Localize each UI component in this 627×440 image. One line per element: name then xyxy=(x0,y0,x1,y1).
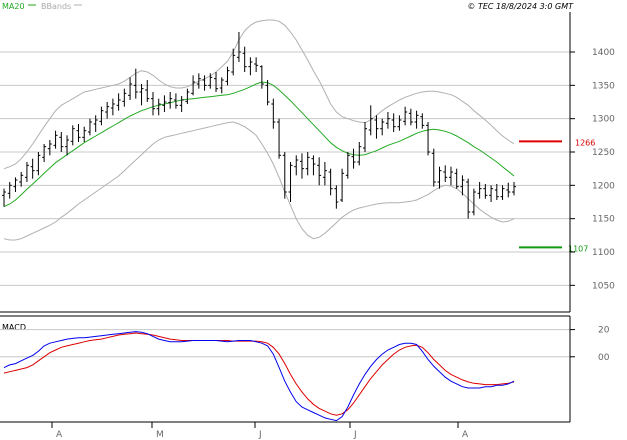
macd-axis-ticks: 2000 xyxy=(570,326,610,363)
macd-tick-label: 00 xyxy=(598,353,610,363)
price-tick-label: 1050 xyxy=(592,281,615,291)
resistance-label: 1266 xyxy=(575,138,595,147)
price-tick-label: 1200 xyxy=(592,181,615,191)
macd-signal-line xyxy=(3,332,515,416)
price-tick-label: 1400 xyxy=(592,48,615,58)
x-axis-ticks: AMJJA xyxy=(51,422,469,440)
x-tick-label: J xyxy=(353,430,357,440)
macd-panel-label: MACD xyxy=(2,323,26,332)
ma20-legend-label: MA20 xyxy=(2,2,25,11)
stock-chart: MA20 BBands © TEC 18/8/2024 3:0 GMT 1266… xyxy=(0,2,615,440)
price-tick-label: 1100 xyxy=(592,248,615,258)
price-tick-label: 1300 xyxy=(592,115,615,125)
macd-lines xyxy=(3,331,515,422)
x-tick-label: A xyxy=(462,430,469,440)
price-tick-label: 1250 xyxy=(592,148,615,158)
macd-gridlines xyxy=(0,329,570,358)
price-axis-ticks: 1400 1350 1300 1250 1200 1150 1100 1050 xyxy=(570,48,615,291)
x-tick-label: J xyxy=(258,430,262,440)
bbands-legend-label: BBands xyxy=(41,2,71,11)
macd-tick-label: 20 xyxy=(598,326,610,336)
x-tick-label: M xyxy=(156,430,164,440)
price-tick-label: 1350 xyxy=(592,81,615,91)
macd-line xyxy=(3,331,515,422)
copyright-label: © TEC 18/8/2024 3:0 GMT xyxy=(467,2,574,11)
price-tick-label: 1150 xyxy=(592,215,615,225)
x-tick-label: A xyxy=(56,430,63,440)
